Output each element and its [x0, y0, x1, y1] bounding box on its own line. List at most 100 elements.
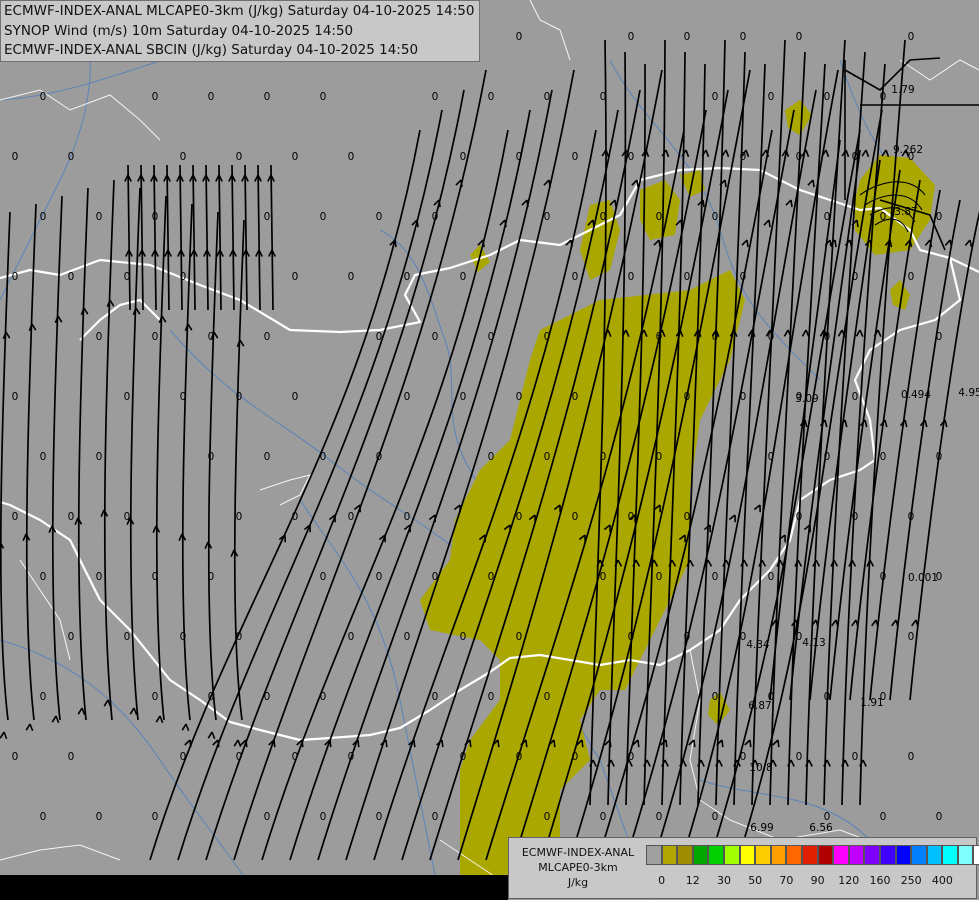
- streamline-arrow: [155, 715, 164, 724]
- weather-map: 0 0 0 0 0 0 0 0 0 0 0 0 0 0 0 0 0 0 0 0 0 0 0 0 0 0 0 0 0 0 0 0 0 0 0 0 0 0 0 0…: [0, 0, 979, 900]
- sbcin-zero-label: 0: [516, 31, 523, 43]
- sbcin-zero-label: 0: [600, 211, 607, 223]
- sbcin-zero-label: 0: [516, 391, 523, 403]
- sbcin-zero-label: 0: [936, 811, 943, 823]
- streamline-arrow: [879, 419, 888, 428]
- streamline-arrow: [776, 559, 785, 567]
- sbcin-zero-label: 0: [796, 751, 803, 763]
- sbcin-zero-label: 0: [96, 211, 103, 223]
- sbcin-zero-label: 0: [656, 571, 663, 583]
- sbcin-zero-label: 0: [68, 751, 75, 763]
- sbcin-zero-label: 0: [684, 511, 691, 523]
- legend-swatch: [677, 845, 693, 865]
- sbcin-zero-label: 0: [880, 211, 887, 223]
- legend-swatch: [692, 845, 709, 865]
- sbcin-zero-label: 0: [712, 811, 719, 823]
- sbcin-zero-label: 0: [852, 271, 859, 283]
- sbcin-zero-label: 0: [768, 571, 775, 583]
- streamline: [733, 63, 766, 806]
- legend-swatch: [661, 845, 678, 865]
- streamline-arrow: [855, 329, 864, 337]
- sbcin-zero-label: 0: [544, 331, 551, 343]
- sbcin-zero-label: 0: [292, 391, 299, 403]
- sbcin-zero-label: 0: [236, 631, 243, 643]
- sbcin-zero-label: 0: [740, 751, 747, 763]
- sbcin-zero-label: 0: [12, 511, 19, 523]
- sbcin-zero-label: 0: [488, 571, 495, 583]
- sbcin-zero-label: 0: [124, 511, 131, 523]
- streamline-arrow: [233, 739, 242, 748]
- sbcin-zero-label: 0: [152, 571, 159, 583]
- sbcin-value-label: 3.09: [795, 393, 818, 405]
- sbcin-zero-label: 0: [236, 751, 243, 763]
- sbcin-zero-label: 0: [404, 271, 411, 283]
- sbcin-zero-label: 0: [544, 91, 551, 103]
- sbcin-zero-label: 0: [348, 271, 355, 283]
- sbcin-zero-label: 0: [852, 511, 859, 523]
- streamline: [155, 195, 167, 721]
- sbcin-zero-label: 0: [824, 211, 831, 223]
- streamline-arrow: [2, 331, 11, 340]
- sbcin-zero-label: 0: [908, 31, 915, 43]
- legend-swatch: [817, 845, 834, 865]
- sbcin-zero-label: 0: [432, 211, 439, 223]
- sbcin-zero-label: 0: [460, 391, 467, 403]
- sbcin-zero-label: 0: [376, 571, 383, 583]
- title-box: ECMWF-INDEX-ANAL MLCAPE0-3km (J/kg) Satu…: [0, 0, 480, 62]
- streamline: [715, 51, 746, 806]
- sbcin-zero-label: 0: [768, 91, 775, 103]
- sbcin-zero-label: 0: [292, 151, 299, 163]
- sbcin-zero-label: 0: [180, 271, 187, 283]
- sbcin-zero-label: 0: [656, 811, 663, 823]
- sbcin-zero-label: 0: [684, 31, 691, 43]
- sbcin-zero-label: 0: [12, 391, 19, 403]
- streamline-arrow: [794, 559, 803, 567]
- sbcin-zero-label: 0: [320, 691, 327, 703]
- sbcin-zero-label: 0: [460, 151, 467, 163]
- legend-title-line1: ECMWF-INDEX-ANAL: [521, 846, 635, 859]
- sbcin-value-label: 3.87: [894, 206, 917, 218]
- legend-swatch: [957, 845, 974, 865]
- sbcin-zero-label: 0: [124, 631, 131, 643]
- sbcin-zero-label: 0: [68, 631, 75, 643]
- legend-swatch: [926, 845, 943, 865]
- sbcin-zero-label: 0: [292, 511, 299, 523]
- sbcin-zero-label: 0: [348, 151, 355, 163]
- streamline: [127, 164, 131, 311]
- sbcin-zero-label: 0: [712, 691, 719, 703]
- sbcin-zero-label: 0: [320, 811, 327, 823]
- sbcin-zero-label: 0: [628, 31, 635, 43]
- sbcin-value-label: 6.56: [809, 822, 833, 834]
- sbcin-zero-label: 0: [124, 271, 131, 283]
- legend-tick-labels: 0 12 30 50 70 90 120 160 250 400: [646, 874, 976, 888]
- sbcin-zero-label: 0: [712, 571, 719, 583]
- sbcin-zero-label: 0: [600, 451, 607, 463]
- streamline: [218, 164, 222, 311]
- sbcin-zero-label: 0: [432, 571, 439, 583]
- sbcin-value-label: 1.91: [860, 697, 883, 709]
- streamline: [270, 164, 274, 311]
- sbcin-zero-label: 0: [516, 511, 523, 523]
- sbcin-zero-label: 0: [516, 631, 523, 643]
- sbcin-zero-label: 0: [208, 331, 215, 343]
- sbcin-value-label: 4.34: [746, 639, 770, 651]
- sbcin-zero-label: 0: [236, 511, 243, 523]
- legend-swatch: [973, 845, 979, 865]
- streamline-arrow: [728, 514, 736, 523]
- sbcin-zero-label: 0: [796, 31, 803, 43]
- streamline-arrow: [859, 419, 868, 428]
- sbcin-zero-label: 0: [656, 331, 663, 343]
- sbcin-zero-label: 0: [376, 331, 383, 343]
- legend-swatch: [646, 845, 662, 865]
- legend-swatch: [723, 845, 740, 865]
- streamline-arrow: [744, 739, 752, 748]
- streamline: [769, 51, 806, 806]
- streamline-arrow: [0, 731, 8, 740]
- sbcin-zero-label: 0: [180, 151, 187, 163]
- sbcin-zero-label: 0: [40, 211, 47, 223]
- streamline: [166, 164, 170, 311]
- sbcin-zero-label: 0: [740, 31, 747, 43]
- streamline: [257, 164, 261, 311]
- sbcin-value-label: 0.001: [908, 572, 938, 584]
- sbcin-zero-label: 0: [40, 91, 47, 103]
